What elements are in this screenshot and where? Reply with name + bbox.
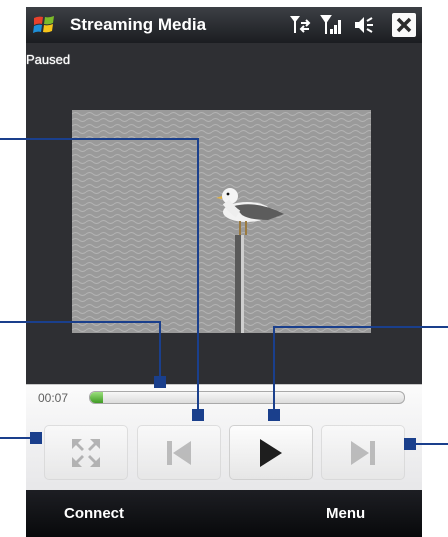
callout-seek bbox=[0, 321, 161, 381]
callout-play bbox=[273, 326, 448, 414]
callout-marker-previous bbox=[192, 409, 204, 421]
callout-marker-fullscreen bbox=[30, 432, 42, 444]
callout-previous bbox=[0, 138, 199, 414]
callout-marker-seek bbox=[154, 376, 166, 388]
callout-lines bbox=[0, 138, 448, 450]
callout-marker-play bbox=[268, 409, 280, 421]
callout-marker-next bbox=[404, 438, 416, 450]
